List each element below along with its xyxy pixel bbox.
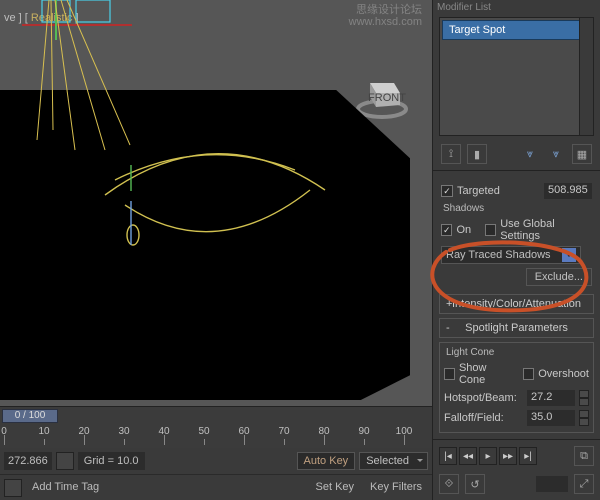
timeline-ruler[interactable]: 0 10 20 30 40 50 60 70 80 90 100 — [0, 425, 432, 445]
time-slider[interactable]: 0 / 100 — [2, 409, 58, 423]
watermark-line1: 思缘设计论坛 — [349, 4, 422, 16]
modifier-list-label: Modifier List — [433, 0, 600, 15]
nav-icon-2[interactable]: ↺ — [465, 474, 485, 494]
prev-frame-icon[interactable]: ◂◂ — [459, 447, 477, 465]
pin-stack-icon[interactable]: ⟟ — [441, 144, 461, 164]
targeted-checkbox[interactable]: ✓ — [441, 185, 453, 197]
overshoot-label: Overshoot — [538, 368, 589, 380]
viewport-3d[interactable]: ve ] [ Realistic ] FRONT — [0, 0, 432, 406]
nav-icon-1[interactable]: ⟐ — [439, 474, 459, 494]
show-end-result-icon[interactable]: ▮ — [467, 144, 487, 164]
shadows-group-label: Shadows — [439, 201, 594, 216]
shadows-on-label: On — [456, 224, 471, 236]
transform-gizmo-icon — [22, 0, 132, 50]
shadows-on-checkbox[interactable]: ✓ — [441, 224, 452, 236]
goto-end-icon[interactable]: ▸| — [519, 447, 537, 465]
hotspot-field[interactable]: 27.2 — [527, 390, 575, 406]
goto-start-icon[interactable]: |◂ — [439, 447, 457, 465]
add-time-tag-button[interactable]: Add Time Tag — [26, 479, 105, 497]
show-cone-label: Show Cone — [459, 362, 510, 386]
watermark: 思缘设计论坛 www.hxsd.com — [349, 4, 422, 28]
light-cone-label: Light Cone — [442, 345, 591, 360]
scene-object-box — [0, 90, 410, 400]
configure-sets-icon[interactable]: ▦ — [572, 144, 592, 164]
key-filters-button[interactable]: Key Filters — [364, 479, 428, 497]
grid-readout: Grid = 10.0 — [78, 452, 145, 470]
viewport-area: 思缘设计论坛 www.hxsd.com ve ] [ Realistic ] — [0, 0, 432, 500]
hotspot-spinner[interactable] — [579, 390, 589, 406]
falloff-label: Falloff/Field: — [444, 412, 504, 424]
scrollbar[interactable] — [579, 18, 593, 135]
chevron-down-icon — [562, 248, 576, 262]
lock-selection-icon[interactable] — [56, 452, 74, 470]
falloff-spinner[interactable] — [579, 410, 589, 426]
rollout-spotlight[interactable]: -Spotlight Parameters — [439, 318, 594, 338]
key-mode-dropdown[interactable]: Selected — [359, 452, 428, 470]
set-key-button[interactable]: Set Key — [310, 479, 361, 497]
viewcube[interactable]: FRONT — [354, 65, 410, 121]
show-cone-checkbox[interactable] — [444, 368, 455, 380]
shadow-type-dropdown[interactable]: Ray Traced Shadows — [441, 246, 581, 264]
time-config-icon[interactable]: ⧉ — [574, 446, 594, 466]
falloff-field[interactable]: 35.0 — [527, 410, 575, 426]
auto-key-button[interactable]: Auto Key — [297, 452, 356, 470]
hotspot-label: Hotspot/Beam: — [444, 392, 517, 404]
current-frame-field[interactable] — [536, 476, 568, 492]
next-frame-icon[interactable]: ▸▸ — [499, 447, 517, 465]
modifier-stack[interactable]: Target Spot — [439, 17, 594, 136]
play-icon[interactable]: ▸ — [479, 447, 497, 465]
targeted-value[interactable]: 508.985 — [544, 183, 592, 199]
viewcube-front-label: FRONT — [368, 92, 406, 104]
nav-icon-3[interactable]: ⤢ — [574, 474, 594, 494]
shadow-type-value: Ray Traced Shadows — [446, 249, 551, 261]
exclude-button[interactable]: Exclude... — [526, 268, 592, 286]
use-global-label: Use Global Settings — [500, 218, 592, 242]
rollout-intensity[interactable]: +Intensity/Color/Attenuation — [439, 294, 594, 314]
playback-controls: |◂ ◂◂ ▸ ▸▸ ▸| — [439, 447, 537, 465]
use-global-checkbox[interactable] — [485, 224, 496, 236]
targeted-label: Targeted — [457, 185, 500, 197]
remove-modifier-icon[interactable]: ⩔ — [546, 144, 566, 164]
watermark-line2: www.hxsd.com — [349, 16, 422, 28]
make-unique-icon[interactable]: ⩔ — [520, 144, 540, 164]
modifier-stack-item[interactable]: Target Spot — [442, 20, 591, 40]
status-bar: 272.866 Grid = 10.0 Auto Key Selected Ad… — [0, 448, 432, 500]
timeline[interactable]: 0 / 100 0 10 20 30 40 50 60 70 80 90 100 — [0, 406, 432, 448]
command-panel: Modifier List Target Spot ⟟ ▮ ⩔ ⩔ ▦ ✓ Ta… — [432, 0, 600, 500]
script-listener-icon[interactable] — [4, 479, 22, 497]
coord-readout: 272.866 — [4, 452, 52, 470]
overshoot-checkbox[interactable] — [523, 368, 534, 380]
